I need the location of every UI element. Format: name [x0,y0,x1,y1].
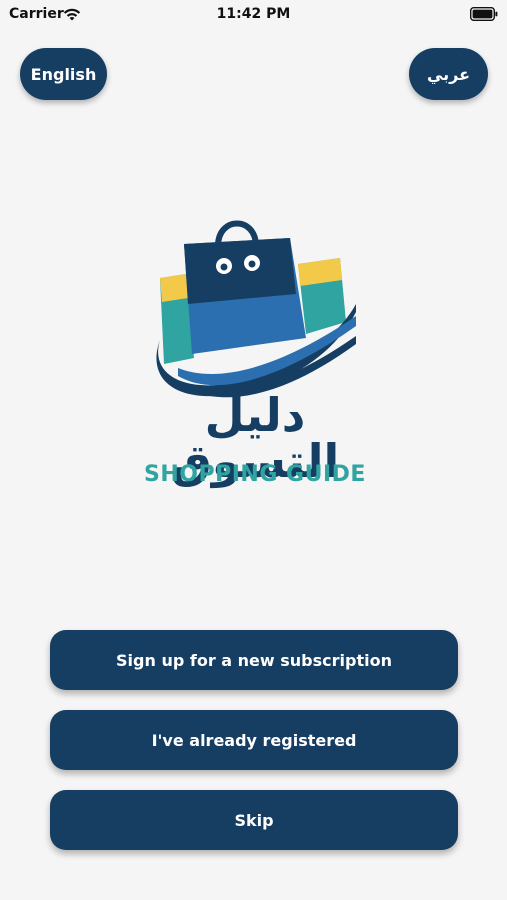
status-time: 11:42 PM [216,6,291,22]
skip-button[interactable]: Skip [50,790,458,850]
logo-english-name: SHOPPING GUIDE [144,462,366,487]
shopping-bag-icon [156,220,356,398]
already-registered-button[interactable]: I've already registered [50,710,458,770]
shopping-guide-logo: دليل التسوق SHOPPING GUIDE [120,212,390,502]
english-language-button[interactable]: English [20,48,107,100]
status-bar: Carrier 11:42 PM [0,0,507,30]
battery-icon [470,7,498,21]
signup-button[interactable]: Sign up for a new subscription [50,630,458,690]
arabic-language-button[interactable]: عربي [409,48,488,100]
